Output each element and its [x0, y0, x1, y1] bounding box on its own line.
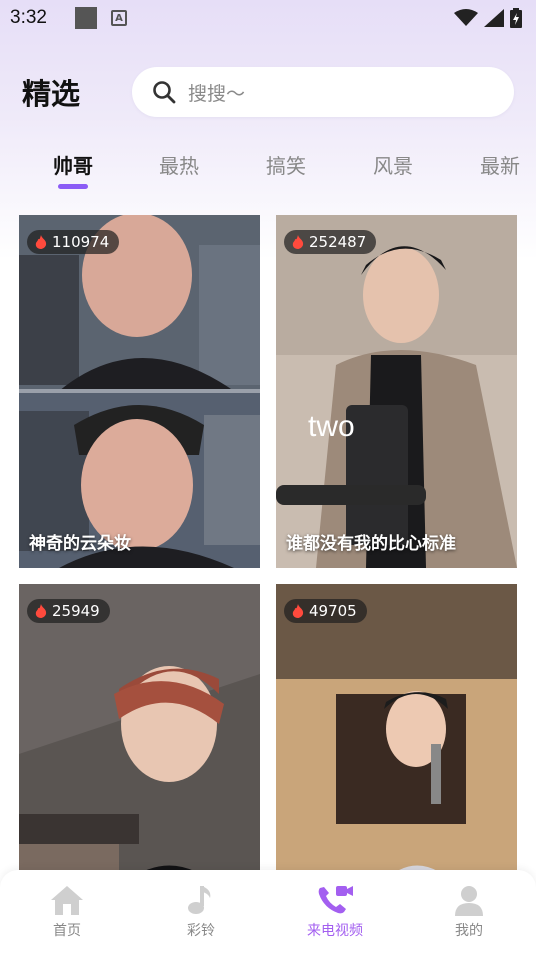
keyboard-icon: A [110, 10, 127, 26]
nav-label: 我的 [455, 923, 483, 939]
video-thumbnail [19, 215, 260, 568]
status-indicators [454, 8, 522, 28]
video-card[interactable]: 110974 神奇的云朵妆 [19, 215, 260, 568]
popularity-badge: 252487 [284, 230, 377, 254]
status-time: 3:32 [10, 7, 47, 28]
tab-newest[interactable]: 最新 [480, 150, 520, 179]
status-bar: 3:32 A [0, 0, 536, 36]
video-thumbnail: two [276, 215, 517, 568]
page-header: 精选 搜搜～ [22, 66, 514, 118]
video-card[interactable]: two 252487 谁都没有我的比心标准 [276, 215, 517, 568]
search-input[interactable]: 搜搜～ [132, 67, 514, 117]
tab-label: 风景 [373, 154, 413, 178]
search-placeholder: 搜搜～ [188, 82, 246, 105]
search-icon [153, 81, 176, 104]
active-tab-indicator [58, 184, 88, 189]
wifi-icon [454, 9, 478, 26]
fire-icon [35, 235, 47, 249]
tab-label: 最新 [480, 154, 520, 178]
tab-label: 帅哥 [53, 154, 93, 178]
fire-icon [292, 604, 304, 618]
tab-hottest[interactable]: 最热 [159, 150, 199, 179]
nav-call-video[interactable]: 来电视频 [268, 870, 402, 954]
video-call-icon [318, 886, 353, 914]
tab-label: 搞笑 [266, 154, 306, 178]
nav-label: 来电视频 [307, 923, 363, 939]
view-count: 110974 [52, 233, 110, 251]
battery-icon [510, 8, 522, 28]
view-count: 25949 [52, 602, 100, 620]
fire-icon [292, 235, 304, 249]
view-count: 49705 [309, 602, 357, 620]
popularity-badge: 49705 [284, 599, 367, 623]
nav-home[interactable]: 首页 [0, 870, 134, 954]
bottom-navigation: 首页 彩铃 来电视频 我的 [0, 870, 536, 954]
home-icon [51, 886, 83, 915]
category-tabs: 帅哥 最热 搞笑 风景 最新 [0, 150, 536, 196]
user-icon [455, 886, 483, 916]
music-note-icon [188, 886, 211, 914]
tab-handsome[interactable]: 帅哥 [53, 150, 93, 189]
video-caption: 神奇的云朵妆 [29, 534, 131, 554]
nav-ringtone[interactable]: 彩铃 [134, 870, 268, 954]
tab-label: 最热 [159, 154, 199, 178]
nav-profile[interactable]: 我的 [402, 870, 536, 954]
nav-label: 首页 [53, 923, 81, 939]
fire-icon [35, 604, 47, 618]
tab-funny[interactable]: 搞笑 [266, 150, 306, 179]
popularity-badge: 25949 [27, 599, 110, 623]
popularity-badge: 110974 [27, 230, 120, 254]
view-count: 252487 [309, 233, 367, 251]
signal-icon [484, 9, 504, 27]
video-overlay-text: two [308, 410, 355, 443]
nav-label: 彩铃 [187, 923, 215, 939]
page-title: 精选 [22, 77, 81, 111]
notification-icon [74, 7, 97, 29]
video-caption: 谁都没有我的比心标准 [286, 534, 456, 554]
tab-scenery[interactable]: 风景 [373, 150, 413, 179]
